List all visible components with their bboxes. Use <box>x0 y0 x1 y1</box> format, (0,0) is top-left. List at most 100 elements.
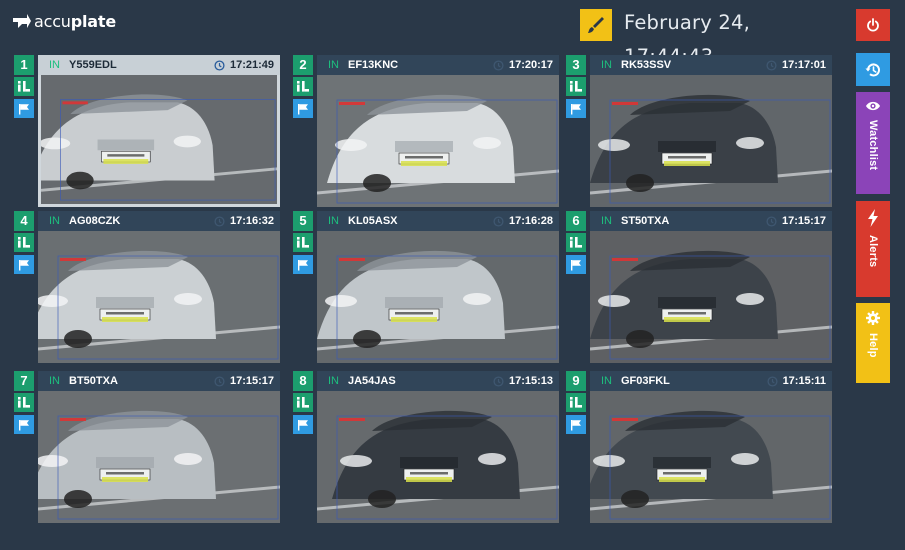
direction-label: IN <box>328 375 339 387</box>
flag-button[interactable] <box>293 415 313 434</box>
read-header[interactable]: IN KL05ASX 17:16:28 <box>317 211 559 231</box>
direction-icon <box>297 237 309 248</box>
clock-icon <box>214 375 225 387</box>
flag-icon <box>298 103 308 114</box>
flag-button[interactable] <box>14 415 34 434</box>
read-tile[interactable]: 7 IN BT50TXA 17:15:17 <box>14 371 280 523</box>
direction-toggle[interactable] <box>293 77 313 96</box>
flag-icon <box>298 419 308 430</box>
direction-label: IN <box>49 59 60 71</box>
flag-button[interactable] <box>566 415 586 434</box>
read-header[interactable]: IN GF03FKL 17:15:11 <box>590 371 832 391</box>
read-tile[interactable]: 3 IN RK53SSV 17:17:01 <box>566 55 832 207</box>
read-tile[interactable]: 1 IN Y559EDL 17:21:49 <box>14 55 280 207</box>
plate-number: GF03FKL <box>621 375 670 387</box>
direction-label: IN <box>49 375 60 387</box>
power-button[interactable] <box>856 9 890 41</box>
read-number: 2 <box>293 55 313 75</box>
read-time: 17:15:11 <box>782 375 826 387</box>
direction-icon <box>18 81 30 92</box>
direction-icon <box>18 237 30 248</box>
read-time: 17:16:32 <box>229 215 274 227</box>
direction-toggle[interactable] <box>14 77 34 96</box>
logo-mark-icon <box>13 14 31 28</box>
read-time: 17:17:01 <box>781 59 826 71</box>
direction-icon <box>570 237 582 248</box>
direction-toggle[interactable] <box>14 393 34 412</box>
read-tile[interactable]: 5 IN KL05ASX 17:16:28 <box>293 211 559 363</box>
direction-toggle[interactable] <box>566 233 586 252</box>
camera-snapshot[interactable] <box>38 231 280 363</box>
alerts-button[interactable]: Alerts <box>856 201 890 297</box>
read-number: 8 <box>293 371 313 391</box>
clock-icon <box>214 215 225 227</box>
watchlist-button[interactable]: Watchlist <box>856 92 890 194</box>
camera-snapshot[interactable] <box>317 391 559 523</box>
help-button[interactable]: Help <box>856 303 890 383</box>
snapshot-image <box>317 231 559 363</box>
read-tile[interactable]: 8 IN JA54JAS 17:15:13 <box>293 371 559 523</box>
clock-icon <box>766 215 777 227</box>
camera-snapshot[interactable] <box>317 75 559 207</box>
direction-label: IN <box>328 215 339 227</box>
read-time: 17:20:17 <box>508 59 553 71</box>
camera-snapshot[interactable] <box>590 391 832 523</box>
read-header[interactable]: IN EF13KNC 17:20:17 <box>317 55 559 75</box>
read-number: 3 <box>566 55 586 75</box>
flag-button[interactable] <box>293 99 313 118</box>
direction-label: IN <box>328 59 339 71</box>
current-datetime: February 24, 17:44:43 <box>624 11 751 68</box>
camera-snapshot[interactable] <box>590 75 832 207</box>
camera-snapshot[interactable] <box>590 231 832 363</box>
camera-snapshot[interactable] <box>38 75 280 207</box>
history-button[interactable] <box>856 53 890 86</box>
read-number: 6 <box>566 211 586 231</box>
read-tile[interactable]: 9 IN GF03FKL 17:15:11 <box>566 371 832 523</box>
direction-icon <box>297 81 309 92</box>
flag-icon <box>19 419 29 430</box>
read-number: 5 <box>293 211 313 231</box>
direction-icon <box>18 397 30 408</box>
lightning-icon <box>868 209 878 227</box>
read-number: 9 <box>566 371 586 391</box>
direction-toggle[interactable] <box>566 393 586 412</box>
flag-button[interactable] <box>566 255 586 274</box>
flag-button[interactable] <box>14 255 34 274</box>
help-label: Help <box>867 333 879 358</box>
direction-toggle[interactable] <box>566 77 586 96</box>
watchlist-label: Watchlist <box>867 120 879 171</box>
read-tile[interactable]: 6 IN ST50TXA 17:15:17 <box>566 211 832 363</box>
clock-icon <box>493 59 504 71</box>
read-header[interactable]: IN Y559EDL 17:21:49 <box>38 55 280 75</box>
read-number: 7 <box>14 371 34 391</box>
read-header[interactable]: IN RK53SSV 17:17:01 <box>590 55 832 75</box>
flag-button[interactable] <box>566 99 586 118</box>
direction-label: IN <box>49 215 60 227</box>
brush-button[interactable] <box>580 9 612 41</box>
read-header[interactable]: IN ST50TXA 17:15:17 <box>590 211 832 231</box>
snapshot-image <box>38 231 280 363</box>
camera-snapshot[interactable] <box>317 231 559 363</box>
alerts-label: Alerts <box>867 235 879 268</box>
read-tile[interactable]: 2 IN EF13KNC 17:20:17 <box>293 55 559 207</box>
camera-snapshot[interactable] <box>38 391 280 523</box>
flag-icon <box>571 259 581 270</box>
read-tile[interactable]: 4 IN AG08CZK 17:16:32 <box>14 211 280 363</box>
clock-icon <box>493 375 504 387</box>
snapshot-image <box>317 75 559 207</box>
direction-toggle[interactable] <box>14 233 34 252</box>
flag-icon <box>571 103 581 114</box>
clock-icon <box>767 375 778 387</box>
direction-toggle[interactable] <box>293 393 313 412</box>
direction-toggle[interactable] <box>293 233 313 252</box>
read-header[interactable]: IN BT50TXA 17:15:17 <box>38 371 280 391</box>
read-time: 17:15:17 <box>781 215 826 227</box>
flag-button[interactable] <box>14 99 34 118</box>
snapshot-image <box>590 75 832 207</box>
flag-icon <box>19 259 29 270</box>
read-header[interactable]: IN JA54JAS 17:15:13 <box>317 371 559 391</box>
flag-icon <box>298 259 308 270</box>
flag-button[interactable] <box>293 255 313 274</box>
clock-icon <box>766 59 777 71</box>
read-header[interactable]: IN AG08CZK 17:16:32 <box>38 211 280 231</box>
